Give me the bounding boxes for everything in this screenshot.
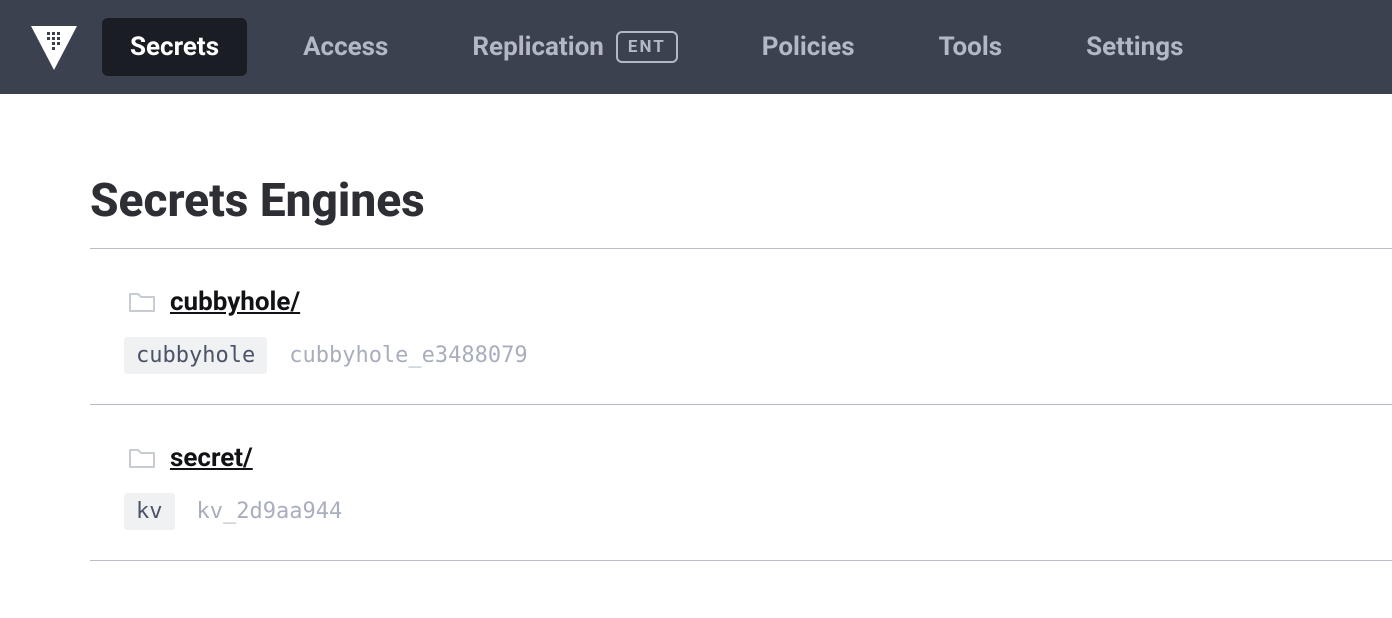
page-title: Secrets Engines [90,174,1392,248]
engine-link-cubbyhole[interactable]: cubbyhole/ [170,287,300,317]
engine-row: secret/ kv kv_2d9aa944 [90,405,1392,560]
nav-label: Access [303,32,388,62]
engine-header: secret/ [128,443,1392,473]
nav-secrets[interactable]: Secrets [102,18,247,76]
nav-access[interactable]: Access [275,18,416,76]
nav-label: Replication [472,32,603,62]
nav-replication[interactable]: Replication ENT [444,17,705,77]
engine-header: cubbyhole/ [128,287,1392,317]
nav-label: Settings [1086,32,1183,62]
nav-label: Policies [762,32,855,62]
nav-label: Tools [939,32,1003,62]
main-content: Secrets Engines cubbyhole/ cubbyhole cub… [0,94,1392,561]
vault-logo-icon [29,22,79,72]
nav-items: Secrets Access Replication ENT Policies … [102,17,1239,77]
navbar: Secrets Access Replication ENT Policies … [0,0,1392,94]
divider [90,560,1392,561]
engine-row: cubbyhole/ cubbyhole cubbyhole_e3488079 [90,249,1392,404]
nav-tools[interactable]: Tools [911,18,1031,76]
folder-icon [128,290,156,314]
nav-label: Secrets [130,32,219,62]
engine-meta: cubbyhole cubbyhole_e3488079 [124,337,1392,374]
engine-accessor: kv_2d9aa944 [197,499,343,524]
nav-policies[interactable]: Policies [734,18,883,76]
engine-type-tag: kv [124,493,175,530]
nav-settings[interactable]: Settings [1058,18,1211,76]
engine-link-secret[interactable]: secret/ [170,443,253,473]
engine-type-tag: cubbyhole [124,337,267,374]
vault-logo[interactable] [24,22,84,72]
ent-badge: ENT [616,31,678,63]
engine-meta: kv kv_2d9aa944 [124,493,1392,530]
folder-icon [128,446,156,470]
engine-accessor: cubbyhole_e3488079 [289,343,527,368]
